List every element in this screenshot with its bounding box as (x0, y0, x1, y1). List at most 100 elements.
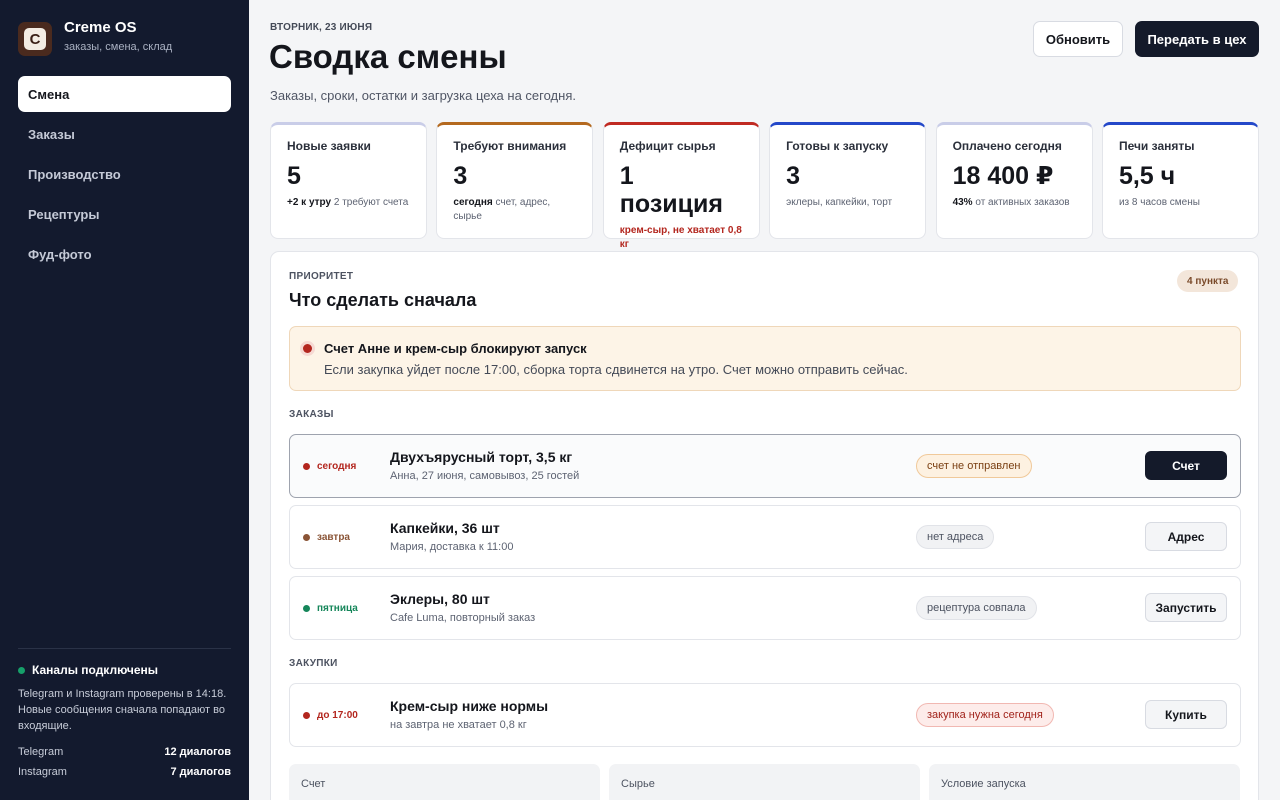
due-text: сегодня (317, 461, 357, 472)
row-title: Двухъярусный торт, 3,5 кг (390, 449, 573, 465)
kpi-card: Готовы к запуску 3 эклеры, капкейки, торт (769, 122, 927, 239)
kpi-note: из 8 часов смены (1119, 196, 1242, 210)
kpi-value: 5,5 ч (1118, 162, 1176, 190)
detail-card: Сырье (609, 764, 920, 800)
kpi-note-highlight: 43% (952, 197, 973, 208)
kpi-value: 3 (453, 162, 468, 190)
kpi-label: Требуют внимания (453, 139, 567, 153)
channels-panel: Каналы подключены Telegram и Instagram п… (18, 648, 231, 778)
row-action-button[interactable]: Счет (1145, 451, 1227, 480)
kpi-card: Печи заняты 5,5 ч из 8 часов смены (1101, 122, 1259, 239)
channel-name: Instagram (18, 766, 67, 778)
row-action-button[interactable]: Адрес (1145, 522, 1227, 551)
sidebar-nav: Смена Заказы Производство Рецептуры Фуд-… (18, 76, 231, 276)
alert-text: Если закупка уйдет после 17:00, сборка т… (324, 362, 908, 377)
table-row[interactable]: пятница Эклеры, 80 шт Cafe Luma, повторный… (289, 576, 1241, 640)
kpi-note-text: от активных заказов (972, 197, 1070, 208)
status-dot-icon (18, 666, 25, 674)
status-badge: счет не отправлен (916, 454, 1032, 478)
priority-title: Что сделать сначала (289, 290, 477, 310)
alert-dot-icon (303, 344, 312, 353)
priority-panel: ПРИОРИТЕТ Что сделать сначала 4 пункта С… (270, 251, 1259, 800)
channels-heading-text: Каналы подключены (32, 663, 159, 677)
blocking-alert: Счет Анне и крем-сыр блокируют запуск Ес… (289, 326, 1241, 391)
kpi-value: 5 (287, 162, 301, 190)
row-title: Капкейки, 36 шт (390, 520, 500, 536)
kpi-note-text: крем-сыр, не хватает 0,8 кг (619, 225, 742, 250)
due-label: до 17:00 (303, 710, 358, 721)
detail-card: Счет (289, 764, 600, 800)
orders-section-label: ЗАКАЗЫ (289, 409, 334, 420)
send-to-workshop-button[interactable]: Передать в цех (1135, 21, 1259, 57)
status-badge: рецептура совпала (916, 596, 1037, 620)
kpi-note: крем-сыр, не хватает 0,8 кг (620, 224, 743, 252)
due-label: сегодня (303, 461, 356, 472)
kpi-note-text: 2 требуют счета (331, 197, 409, 208)
kpi-note: эклеры, капкейки, торт (786, 196, 909, 210)
kpi-label: Печи заняты (1118, 139, 1195, 153)
due-dot-icon (303, 534, 310, 541)
kpi-card: Новые заявки 5 +2 к утру 2 требуют счета (270, 122, 427, 239)
brand-logo: C (18, 22, 52, 56)
due-label: пятница (303, 603, 358, 614)
row-subtitle: Мария, доставка к 11:00 (390, 541, 514, 553)
due-dot-icon (303, 463, 310, 470)
sidebar: C Creme OS заказы, смена, склад Смена За… (0, 0, 249, 800)
row-action-button[interactable]: Купить (1145, 700, 1227, 729)
kpi-note: +2 к утру 2 требуют счета (287, 196, 410, 210)
refresh-button[interactable]: Обновить (1033, 21, 1123, 57)
due-text: завтра (317, 532, 350, 543)
priority-section-label: ПРИОРИТЕТ (289, 271, 354, 282)
kpi-note: 43% от активных заказов (953, 196, 1076, 210)
page-title: Сводка смены (269, 38, 507, 75)
kpi-value: 18 400 ₽ (952, 162, 1054, 190)
sidebar-item-food-photo[interactable]: Фуд-фото (18, 236, 231, 272)
channel-value: 12 диалогов (164, 746, 231, 758)
row-subtitle: Анна, 27 июня, самовывоз, 25 гостей (390, 470, 580, 482)
sidebar-item-production[interactable]: Производство (18, 156, 231, 192)
channel-value: 7 диалогов (170, 766, 231, 778)
sidebar-item-shift[interactable]: Смена (18, 76, 231, 112)
page-date: ВТОРНИК, 23 ИЮНЯ (270, 22, 373, 33)
status-badge: закупка нужна сегодня (916, 703, 1054, 727)
due-dot-icon (303, 605, 310, 612)
channels-heading: Каналы подключены (18, 663, 231, 677)
kpi-value: 1 позиция (619, 162, 723, 218)
channel-name: Telegram (18, 746, 64, 758)
detail-card: Условие запуска (929, 764, 1240, 800)
table-row[interactable]: завтра Капкейки, 36 шт Мария, доставка к 1… (289, 505, 1241, 569)
table-row[interactable]: до 17:00 Крем-сыр ниже нормы на завтра не … (289, 683, 1241, 747)
due-text: пятница (317, 603, 358, 614)
row-title: Эклеры, 80 шт (390, 591, 490, 607)
kpi-label: Дефицит сырья (619, 139, 716, 153)
row-subtitle: Cafe Luma, повторный заказ (390, 612, 536, 624)
table-row[interactable]: сегодня Двухъярусный торт, 3,5 кг Анна, 27… (289, 434, 1241, 498)
row-title: Крем-сыр ниже нормы (390, 698, 549, 714)
brand-logo-letter: C (24, 28, 46, 50)
kpi-cards: Новые заявки 5 +2 к утру 2 требуют счета Тр… (270, 122, 1259, 250)
sidebar-item-recipes[interactable]: Рецептуры (18, 196, 231, 232)
channels-text: Telegram и Instagram проверены в 14:18. … (18, 688, 227, 732)
channel-row: Instagram 7 диалогов (18, 766, 231, 778)
status-badge: нет адреса (916, 525, 995, 549)
priority-count-badge: 4 пункта (1177, 270, 1239, 292)
kpi-note-highlight: +2 к утру (287, 197, 332, 208)
due-dot-icon (303, 712, 310, 719)
kpi-label: Готовы к запуску (786, 139, 889, 153)
main: ВТОРНИК, 23 ИЮНЯ Сводка смены Заказы, ср… (249, 0, 1280, 800)
kpi-value: 3 (786, 162, 801, 190)
brand-title: Creme OS (64, 19, 137, 36)
row-action-button[interactable]: Запустить (1145, 593, 1227, 622)
due-label: завтра (303, 532, 350, 543)
kpi-label: Оплачено сегодня (952, 139, 1062, 153)
row-subtitle: на завтра не хватает 0,8 кг (390, 719, 527, 731)
kpi-note-highlight: сегодня (453, 197, 493, 208)
kpi-note: сегодня счет, адрес, сырье (453, 196, 576, 224)
purchases-section-label: ЗАКУПКИ (289, 658, 338, 669)
due-text: до 17:00 (317, 710, 358, 721)
kpi-card: Дефицит сырья 1 позиция крем-сыр, не хвата… (602, 122, 760, 250)
brand-subtitle: заказы, смена, склад (64, 41, 173, 53)
kpi-note-text: из 8 часов смены (1118, 197, 1200, 208)
sidebar-item-orders[interactable]: Заказы (18, 116, 231, 152)
kpi-label: Новые заявки (287, 139, 371, 153)
